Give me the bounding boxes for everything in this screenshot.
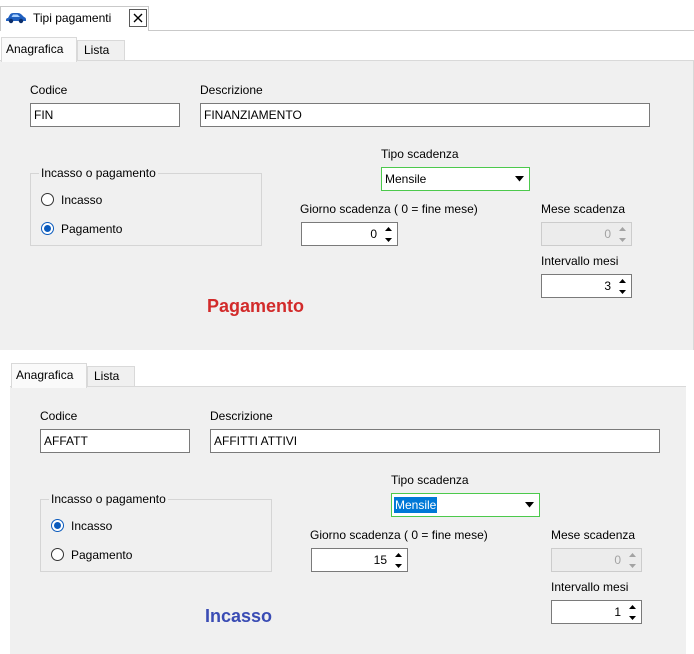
caption-label: Incasso bbox=[205, 606, 273, 626]
intervallo-mesi-spinner[interactable]: 3 bbox=[541, 274, 632, 298]
tipo-scadenza-value: Mensile bbox=[385, 172, 427, 186]
tab-label: Anagrafica bbox=[6, 42, 64, 56]
mese-scadenza-spinner: 0 bbox=[541, 222, 632, 246]
tab-control-incasso: Anagrafica Lista Codice AFFATT Descrizio… bbox=[10, 362, 686, 654]
radio-pagamento[interactable]: Pagamento bbox=[51, 548, 251, 562]
mese-scadenza-value: 0 bbox=[604, 227, 611, 241]
spin-up-button[interactable] bbox=[380, 223, 397, 234]
spin-down-icon bbox=[629, 615, 636, 620]
radio-label: Pagamento bbox=[61, 222, 123, 236]
spin-up-icon bbox=[629, 604, 636, 609]
mese-scadenza-label: Mese scadenza bbox=[541, 202, 626, 216]
tipo-scadenza-value: Mensile bbox=[394, 497, 438, 513]
radio-circle-icon bbox=[51, 548, 64, 561]
radio-label: Incasso bbox=[71, 519, 113, 533]
spin-down-icon bbox=[629, 563, 636, 568]
radio-label: Pagamento bbox=[71, 548, 133, 562]
tipo-scadenza-label: Tipo scadenza bbox=[391, 473, 469, 487]
incasso-pagamento-group: Incasso o pagamento Incasso Pagamento bbox=[30, 166, 262, 246]
spin-up-icon bbox=[395, 552, 402, 557]
mese-scadenza-label: Mese scadenza bbox=[551, 528, 636, 542]
tab-label: Lista bbox=[84, 43, 110, 57]
intervallo-mesi-label: Intervallo mesi bbox=[541, 254, 619, 268]
tipo-scadenza-dropdown[interactable]: Mensile bbox=[381, 167, 530, 191]
tab-control-pagamento: Anagrafica Lista Codice FIN Descrizione … bbox=[0, 36, 694, 350]
tab-label: Anagrafica bbox=[16, 368, 74, 382]
spin-down-icon bbox=[395, 563, 402, 568]
spin-down-button[interactable] bbox=[380, 234, 397, 245]
intervallo-mesi-label: Intervallo mesi bbox=[551, 580, 629, 594]
tab-lista[interactable]: Lista bbox=[77, 40, 125, 60]
spin-down-button[interactable] bbox=[614, 286, 631, 297]
spin-up-icon bbox=[629, 552, 636, 557]
dropdown-arrow-icon[interactable] bbox=[525, 502, 534, 508]
spin-up-button[interactable] bbox=[390, 549, 407, 560]
dropdown-arrow-icon[interactable] bbox=[515, 176, 524, 182]
radio-incasso[interactable]: Incasso bbox=[41, 193, 241, 207]
close-button[interactable] bbox=[129, 9, 147, 27]
codice-input[interactable]: AFFATT bbox=[40, 429, 190, 453]
giorno-scadenza-value[interactable]: 15 bbox=[314, 549, 387, 571]
spin-down-button[interactable] bbox=[390, 560, 407, 571]
spin-up-button bbox=[624, 549, 641, 560]
mese-scadenza-value: 0 bbox=[614, 553, 621, 567]
document-tab-title: Tipi pagamenti bbox=[33, 11, 112, 25]
spin-up-button[interactable] bbox=[624, 601, 641, 612]
codice-label: Codice bbox=[40, 409, 78, 423]
giorno-scadenza-label: Giorno scadenza ( 0 = fine mese) bbox=[300, 202, 478, 216]
radio-pagamento[interactable]: Pagamento bbox=[41, 222, 241, 236]
tab-label: Lista bbox=[94, 369, 120, 383]
spin-down-button bbox=[624, 560, 641, 571]
spin-up-button bbox=[614, 223, 631, 234]
radio-circle-icon bbox=[41, 222, 54, 235]
spin-up-icon bbox=[385, 226, 392, 231]
intervallo-mesi-value[interactable]: 1 bbox=[554, 601, 621, 623]
descrizione-label: Descrizione bbox=[200, 83, 263, 97]
tipo-scadenza-dropdown[interactable]: Mensile bbox=[391, 493, 540, 517]
document-tab-strip: Tipi pagamenti bbox=[0, 0, 694, 31]
intervallo-mesi-spinner[interactable]: 1 bbox=[551, 600, 642, 624]
caption-label: Pagamento bbox=[207, 296, 305, 316]
radio-circle-icon bbox=[51, 519, 64, 532]
mese-scadenza-spinner: 0 bbox=[551, 548, 642, 572]
descrizione-input[interactable]: FINANZIAMENTO bbox=[200, 103, 650, 127]
group-title: Incasso o pagamento bbox=[49, 492, 168, 506]
descrizione-label: Descrizione bbox=[210, 409, 273, 423]
tab-anagrafica[interactable]: Anagrafica bbox=[1, 37, 77, 62]
radio-incasso[interactable]: Incasso bbox=[51, 519, 251, 533]
tipo-scadenza-label: Tipo scadenza bbox=[381, 147, 459, 161]
codice-input[interactable]: FIN bbox=[30, 103, 180, 127]
tab-page-anagrafica: Codice AFFATT Descrizione AFFITTI ATTIVI… bbox=[10, 386, 686, 654]
car-icon bbox=[6, 13, 26, 24]
tab-page-anagrafica: Codice FIN Descrizione FINANZIAMENTO Inc… bbox=[0, 60, 694, 350]
giorno-scadenza-value[interactable]: 0 bbox=[304, 223, 377, 245]
radio-circle-icon bbox=[41, 193, 54, 206]
tab-lista[interactable]: Lista bbox=[87, 366, 135, 386]
close-icon bbox=[133, 13, 143, 23]
spin-up-button[interactable] bbox=[614, 275, 631, 286]
spin-down-button[interactable] bbox=[624, 612, 641, 623]
spin-up-icon bbox=[619, 278, 626, 283]
tab-anagrafica[interactable]: Anagrafica bbox=[11, 363, 87, 388]
giorno-scadenza-spinner[interactable]: 15 bbox=[311, 548, 408, 572]
codice-label: Codice bbox=[30, 83, 68, 97]
intervallo-mesi-value[interactable]: 3 bbox=[544, 275, 611, 297]
incasso-pagamento-group: Incasso o pagamento Incasso Pagamento bbox=[40, 492, 272, 572]
radio-label: Incasso bbox=[61, 193, 103, 207]
giorno-scadenza-spinner[interactable]: 0 bbox=[301, 222, 398, 246]
spin-down-icon bbox=[619, 289, 626, 294]
spin-down-icon bbox=[385, 237, 392, 242]
spin-down-button bbox=[614, 234, 631, 245]
giorno-scadenza-label: Giorno scadenza ( 0 = fine mese) bbox=[310, 528, 488, 542]
document-tab[interactable]: Tipi pagamenti bbox=[0, 6, 149, 31]
descrizione-input[interactable]: AFFITTI ATTIVI bbox=[210, 429, 660, 453]
group-title: Incasso o pagamento bbox=[39, 166, 158, 180]
spin-down-icon bbox=[619, 237, 626, 242]
spin-up-icon bbox=[619, 226, 626, 231]
